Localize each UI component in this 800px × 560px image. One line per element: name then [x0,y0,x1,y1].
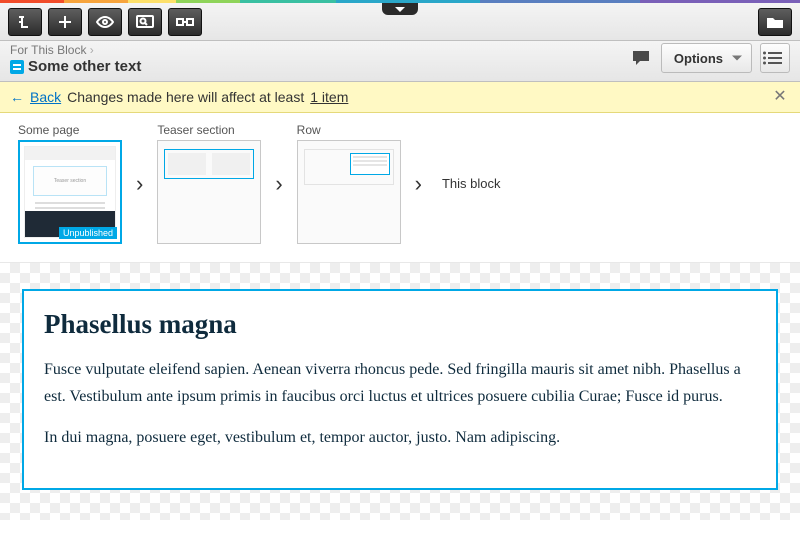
close-icon[interactable]: ✕ [770,89,790,105]
back-arrow-icon: ← [10,89,24,105]
main-toolbar [0,3,800,41]
header-row: For This Block Some other text Options [0,41,800,82]
tree-button[interactable] [8,8,42,36]
options-button[interactable]: Options [661,43,752,73]
preview-button[interactable] [88,8,122,36]
content-paragraph: Fusce vulputate eleifend sapien. Aenean … [44,356,756,410]
breadcrumb: For This Block Some other text [10,43,629,75]
content-block-icon [10,60,24,74]
chevron-right-icon: › [411,171,426,197]
pull-tab-icon[interactable] [382,3,418,15]
trail-label: Some page [18,123,122,137]
page-title: Some other text [28,58,141,75]
search-button[interactable] [128,8,162,36]
trail-thumb-section[interactable] [157,140,261,244]
warning-text: Changes made here will affect at least [67,89,304,105]
trail-thumb-page[interactable]: Teaser section Unpublished [18,140,122,244]
unpublished-badge: Unpublished [59,227,117,239]
trail-thumb-row[interactable] [297,140,401,244]
breadcrumb-context[interactable]: For This Block [10,43,629,57]
compare-button[interactable] [168,8,202,36]
content-heading: Phasellus magna [44,309,756,340]
back-link[interactable]: Back [30,89,61,105]
trail-label: Row [297,123,401,137]
content-paragraph: In dui magna, posuere eget, vestibulum e… [44,424,756,451]
content-block[interactable]: Phasellus magna Fusce vulputate eleifend… [22,289,778,490]
affected-items-link[interactable]: 1 item [310,89,348,105]
warning-bar: ← Back Changes made here will affect at … [0,82,800,113]
trail-label: Teaser section [157,123,261,137]
editor-canvas: Phasellus magna Fusce vulputate eleifend… [0,263,800,520]
trail-current: This block [436,176,501,191]
chevron-right-icon: › [271,171,286,197]
assets-button[interactable] [758,8,792,36]
content-trail: Some page Teaser section Unpublished › T… [0,113,800,263]
comments-button[interactable] [629,46,653,70]
properties-button[interactable] [760,43,790,73]
chevron-right-icon: › [132,171,147,197]
add-button[interactable] [48,8,82,36]
